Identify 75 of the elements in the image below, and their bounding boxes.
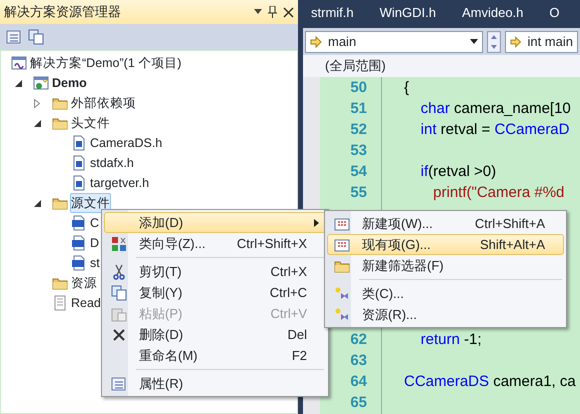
code-line: if(retval >0) xyxy=(420,163,496,180)
properties-icon[interactable] xyxy=(6,29,22,45)
tree-item[interactable]: 外部依赖项 xyxy=(70,92,137,114)
dropdown-icon[interactable] xyxy=(254,9,262,15)
tree-item[interactable]: stdafx.h xyxy=(89,152,135,174)
line-number: 55 xyxy=(350,184,367,201)
line-number: 51 xyxy=(350,100,367,117)
scope-label: (全局范围) xyxy=(325,57,386,76)
code-line: CCameraDS camera1, ca xyxy=(404,373,576,390)
menu-item[interactable]: 剪切(T) Ctrl+X xyxy=(104,261,326,282)
tree-item[interactable]: targetver.h xyxy=(89,172,150,194)
code-line: char camera_name[10 xyxy=(420,100,571,117)
code-line: int retval = CCameraD xyxy=(420,121,570,138)
tree-item[interactable]: CameraDS.h xyxy=(89,132,164,154)
line-number: 63 xyxy=(350,352,367,369)
tree-item[interactable]: Read xyxy=(70,292,102,314)
line-number: 53 xyxy=(350,142,367,159)
line-number: 54 xyxy=(350,163,367,180)
tree-item[interactable]: st xyxy=(89,252,101,274)
menu-item[interactable]: 属性(R) xyxy=(104,373,326,394)
paste-icon xyxy=(111,306,127,322)
line-number: 64 xyxy=(350,373,367,390)
properties-icon xyxy=(111,376,127,392)
code-line: return -1; xyxy=(420,331,482,348)
menu-item[interactable]: 现有项(G)... Shift+Alt+A xyxy=(327,234,564,255)
tree-item[interactable]: 源文件 xyxy=(70,192,111,214)
menu-item[interactable]: 添加(D) xyxy=(104,212,326,233)
tree-item[interactable]: 解决方案“Demo”(1 个项目) xyxy=(29,52,182,74)
dropdown-icon xyxy=(470,39,478,44)
tree-item[interactable]: 头文件 xyxy=(70,112,111,134)
tree-item[interactable]: D xyxy=(89,232,100,254)
tree-item[interactable]: C xyxy=(89,212,100,234)
delete-icon xyxy=(111,326,127,342)
project-icon xyxy=(33,74,50,92)
expand-arrow-icon[interactable] xyxy=(34,98,40,108)
tree-item[interactable]: Demo xyxy=(51,72,88,94)
menu-item[interactable]: 新建项(W)... Ctrl+Shift+A xyxy=(327,213,564,234)
editor-tab[interactable]: Amvideo.h xyxy=(454,3,542,23)
line-number: 62 xyxy=(350,331,367,348)
scope-dropdown[interactable]: main xyxy=(305,30,484,52)
tree-item[interactable]: 资源 xyxy=(70,272,98,294)
code-line: printf("Camera #%d xyxy=(432,184,564,201)
class-icon xyxy=(334,286,350,302)
function-dropdown[interactable]: int main xyxy=(505,30,578,52)
arrow-icon xyxy=(310,36,322,48)
menu-item[interactable]: 复制(Y) Ctrl+C xyxy=(104,282,326,303)
copy-icon[interactable] xyxy=(28,29,44,45)
collapse-arrow-icon[interactable] xyxy=(34,200,40,206)
line-number: 50 xyxy=(350,79,367,96)
menu-item[interactable]: 重命名(M) F2 xyxy=(104,345,326,366)
menu-item[interactable]: 删除(D) Del xyxy=(104,324,326,345)
grid-icon xyxy=(334,216,350,232)
arrow-icon xyxy=(510,36,522,48)
scissors-icon xyxy=(111,264,127,280)
line-number: 65 xyxy=(350,394,367,411)
code-line: { xyxy=(404,79,410,96)
spin-buttons-icon[interactable] xyxy=(487,30,502,52)
solution-icon xyxy=(11,54,28,72)
collapse-arrow-icon[interactable] xyxy=(14,80,22,86)
line-number: 52 xyxy=(350,121,367,138)
close-icon[interactable] xyxy=(283,6,294,18)
editor-tab[interactable]: strmif.h xyxy=(303,3,372,23)
copy-icon xyxy=(111,284,127,300)
pin-icon[interactable] xyxy=(268,6,277,18)
menu-item[interactable]: 资源(R)... xyxy=(327,304,564,325)
editor-tab[interactable]: O xyxy=(541,3,578,23)
panel-title: 解决方案资源管理器 xyxy=(4,3,122,22)
menu-item[interactable]: 类(C)... xyxy=(327,283,564,304)
wizard-icon xyxy=(111,236,127,252)
menu-item[interactable]: 类向导(Z)... Ctrl+Shift+X xyxy=(104,233,326,254)
class-icon xyxy=(334,306,350,322)
grid-icon xyxy=(334,236,350,252)
collapse-arrow-icon[interactable] xyxy=(34,120,40,126)
menu-item[interactable]: 新建筛选器(F) xyxy=(327,255,564,276)
editor-tab[interactable]: WinGDI.h xyxy=(372,3,454,23)
